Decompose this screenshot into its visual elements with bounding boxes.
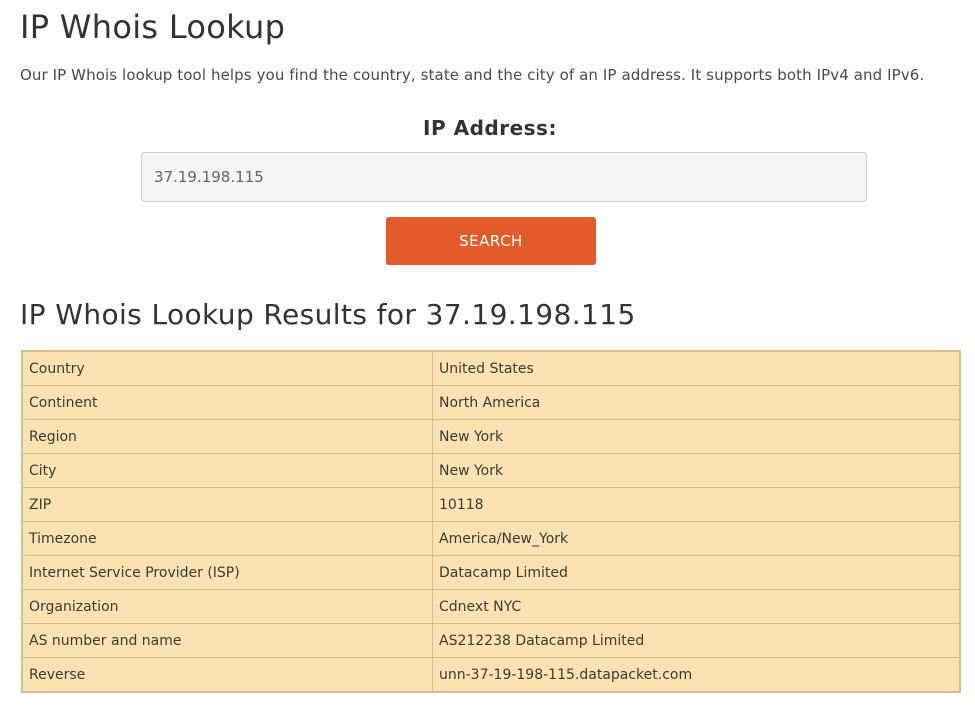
row-key: Timezone bbox=[21, 521, 433, 556]
ip-address-label: IP Address: bbox=[423, 116, 557, 140]
row-value: United States bbox=[432, 350, 961, 386]
row-value: Cdnext NYC bbox=[432, 589, 961, 624]
table-row: City New York bbox=[21, 453, 961, 488]
row-key: Country bbox=[21, 350, 433, 386]
results-table: Country United States Continent North Am… bbox=[21, 350, 961, 693]
row-value: New York bbox=[432, 453, 961, 488]
row-value: North America bbox=[432, 385, 961, 420]
row-value: unn-37-19-198-115.datapacket.com bbox=[432, 657, 961, 693]
table-row: Country United States bbox=[21, 350, 961, 386]
row-key: Continent bbox=[21, 385, 433, 420]
row-key: Reverse bbox=[21, 657, 433, 693]
row-key: Organization bbox=[21, 589, 433, 624]
row-key: Internet Service Provider (ISP) bbox=[21, 555, 433, 590]
row-key: ZIP bbox=[21, 487, 433, 522]
table-row: Region New York bbox=[21, 419, 961, 454]
row-value: America/New_York bbox=[432, 521, 961, 556]
row-key: AS number and name bbox=[21, 623, 433, 658]
row-value: Datacamp Limited bbox=[432, 555, 961, 590]
row-value: AS212238 Datacamp Limited bbox=[432, 623, 961, 658]
table-row: Continent North America bbox=[21, 385, 961, 420]
table-row: Organization Cdnext NYC bbox=[21, 589, 961, 624]
ip-address-input[interactable] bbox=[141, 152, 867, 202]
page: IP Whois Lookup Our IP Whois lookup tool… bbox=[0, 0, 975, 714]
row-value: New York bbox=[432, 419, 961, 454]
results-title: IP Whois Lookup Results for 37.19.198.11… bbox=[20, 298, 636, 331]
table-row: Reverse unn-37-19-198-115.datapacket.com bbox=[21, 657, 961, 693]
search-button[interactable]: SEARCH bbox=[386, 217, 596, 265]
table-row: Timezone America/New_York bbox=[21, 521, 961, 556]
table-row: ZIP 10118 bbox=[21, 487, 961, 522]
table-row: Internet Service Provider (ISP) Datacamp… bbox=[21, 555, 961, 590]
page-title: IP Whois Lookup bbox=[20, 8, 286, 46]
row-value: 10118 bbox=[432, 487, 961, 522]
table-row: AS number and name AS212238 Datacamp Lim… bbox=[21, 623, 961, 658]
row-key: Region bbox=[21, 419, 433, 454]
intro-text: Our IP Whois lookup tool helps you find … bbox=[20, 66, 925, 84]
row-key: City bbox=[21, 453, 433, 488]
